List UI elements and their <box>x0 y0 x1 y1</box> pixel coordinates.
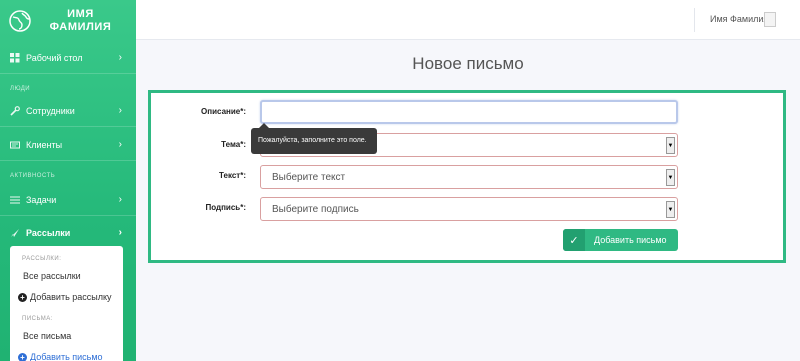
sidebar-item-label: Задачи <box>26 195 57 205</box>
divider <box>0 126 136 127</box>
chevron-right-icon: › <box>118 52 122 63</box>
letter-form: Описание*: Тема*: ▼ Текст*: Выберите тек… <box>148 90 786 263</box>
submenu-heading: ПИСЬМА: <box>22 316 53 322</box>
submenu-item-label: Добавить письмо <box>30 352 103 361</box>
submenu-heading: РАССЫЛКИ: <box>22 256 62 262</box>
brand[interactable]: ИМЯ ФАМИЛИЯ <box>0 0 136 42</box>
chevron-right-icon: › <box>118 139 122 150</box>
divider <box>0 73 136 74</box>
brand-name: ИМЯ ФАМИЛИЯ <box>31 8 136 34</box>
description-input[interactable] <box>260 100 678 124</box>
sidebar-item-label: Рабочий стол <box>26 53 83 63</box>
plus-circle-icon: + <box>18 293 27 302</box>
topbar: Имя Фамилия <box>136 0 800 40</box>
page-title: Новое письмо <box>412 54 524 73</box>
submenu-item-all-mailings[interactable]: Все рассылки <box>10 266 123 287</box>
divider <box>694 8 695 32</box>
chevron-right-icon: › <box>118 105 122 116</box>
wrench-icon <box>10 106 20 116</box>
chevron-right-icon: › <box>118 194 122 205</box>
dashboard-icon <box>10 53 20 63</box>
text-select[interactable]: Выберите текст ▼ <box>260 165 678 189</box>
description-label: Описание*: <box>201 107 246 116</box>
submenu-item-add-mailing[interactable]: + Добавить рассылку <box>10 287 123 308</box>
user-name[interactable]: Имя Фамилия <box>710 14 768 24</box>
brand-line-2: ФАМИЛИЯ <box>49 21 112 33</box>
sidebar-item-tasks[interactable]: Задачи › <box>0 185 136 215</box>
add-letter-button-label: Добавить письмо <box>594 235 667 245</box>
divider <box>0 215 136 216</box>
signature-select[interactable]: Выберите подпись ▼ <box>260 197 678 221</box>
validation-tooltip: Пожалуйста, заполните это поле. <box>251 123 377 154</box>
chevron-right-icon: › <box>118 227 122 238</box>
sidebar-item-desktop[interactable]: Рабочий стол › <box>0 43 136 73</box>
dropdown-arrow-icon: ▼ <box>666 169 675 186</box>
globe-icon <box>9 10 31 32</box>
sidebar-item-label: Рассылки <box>26 228 71 238</box>
dropdown-arrow-icon: ▼ <box>666 201 675 218</box>
text-select-value: Выберите текст <box>272 172 346 183</box>
signature-select-value: Выберите подпись <box>272 204 359 215</box>
section-activity: АКТИВНОСТЬ <box>10 173 56 179</box>
divider <box>0 160 136 161</box>
signature-label: Подпись*: <box>205 203 246 212</box>
sidebar-item-mailings[interactable]: Рассылки › <box>0 218 136 248</box>
add-letter-button[interactable]: ✓ Добавить письмо <box>563 229 678 251</box>
topic-label: Тема*: <box>221 140 246 149</box>
check-icon: ✓ <box>563 229 585 251</box>
submenu-mailings: РАССЫЛКИ: Все рассылки + Добавить рассыл… <box>10 246 123 361</box>
text-label: Текст*: <box>219 171 246 180</box>
section-people: ЛЮДИ <box>10 86 31 92</box>
sidebar-item-label: Сотрудники <box>26 106 75 116</box>
sidebar-item-label: Клиенты <box>26 140 63 150</box>
submenu-item-add-letter[interactable]: + Добавить письмо <box>10 347 123 361</box>
brand-line-1: ИМЯ <box>67 8 94 20</box>
sidebar-item-employees[interactable]: Сотрудники › <box>0 96 136 126</box>
plus-circle-icon: + <box>18 353 27 361</box>
dropdown-arrow-icon: ▼ <box>666 137 675 154</box>
mail-icon <box>10 228 20 238</box>
card-icon <box>10 140 20 150</box>
list-icon <box>10 195 20 205</box>
sidebar-item-clients[interactable]: Клиенты › <box>0 130 136 160</box>
submenu-item-label: Добавить рассылку <box>30 292 112 302</box>
sidebar: ИМЯ ФАМИЛИЯ Рабочий стол › ЛЮДИ Сотрудни… <box>0 0 136 361</box>
user-avatar-icon[interactable] <box>764 12 776 27</box>
submenu-item-all-letters[interactable]: Все письма <box>10 326 123 347</box>
